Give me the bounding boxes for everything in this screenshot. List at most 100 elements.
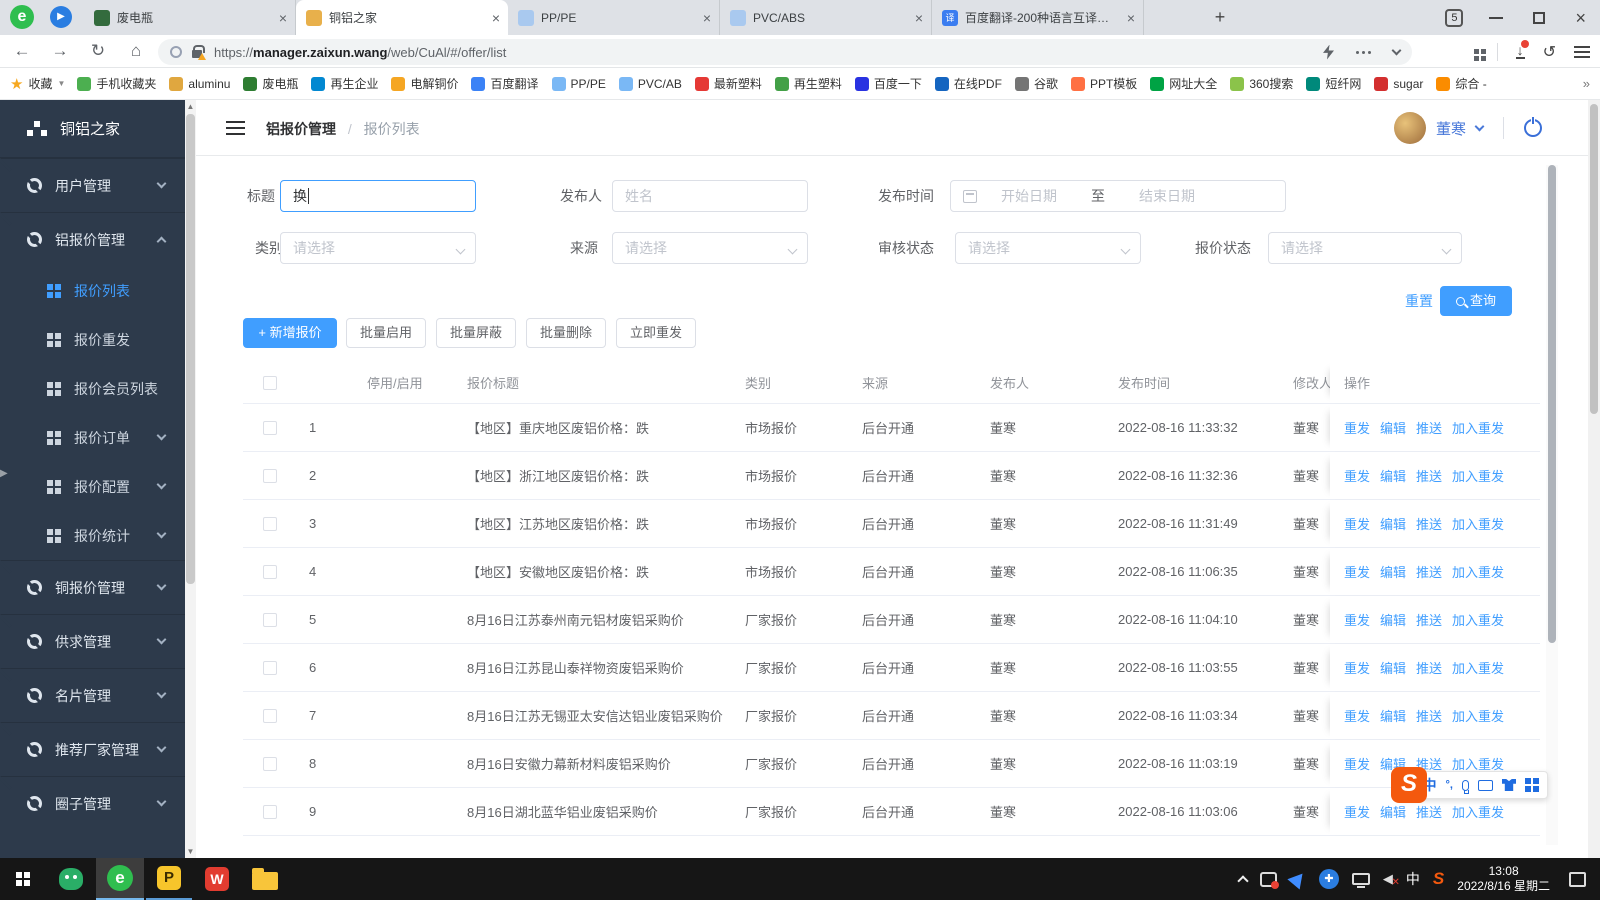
batch-delete-button[interactable]: 批量删除	[526, 318, 606, 348]
taskbar-wechat[interactable]	[48, 858, 94, 900]
chevron-down-icon[interactable]	[1391, 45, 1402, 56]
home-button[interactable]: ⌂	[124, 39, 148, 63]
sidebar-item[interactable]: 供求管理	[0, 614, 185, 668]
forward-button[interactable]: →	[48, 39, 72, 63]
avatar[interactable]	[1393, 112, 1426, 144]
more-dots-icon[interactable]	[1362, 50, 1365, 54]
bookmark-item[interactable]: 再生企业	[311, 75, 378, 92]
browser-tab[interactable]: 铜铝之家 ×	[296, 0, 508, 35]
sidebar-item[interactable]: 推荐厂家管理	[0, 722, 185, 776]
push-link[interactable]: 推送	[1416, 802, 1442, 821]
bookmark-item[interactable]: 最新塑料	[694, 75, 762, 92]
sidebar-item[interactable]: 名片管理	[0, 668, 185, 722]
resend-link[interactable]: 重发	[1344, 514, 1370, 533]
bookmark-item[interactable]: 废电瓶	[243, 75, 298, 92]
title-input[interactable]: 换	[280, 180, 476, 212]
tab-close-icon[interactable]: ×	[915, 10, 923, 26]
sidebar-item[interactable]: 报价配置	[0, 462, 185, 511]
sidebar-item[interactable]: 铝报价管理	[0, 212, 185, 266]
ime-indicator[interactable]: 中	[1406, 869, 1420, 889]
punctuation-icon[interactable]: °,	[1446, 779, 1453, 791]
add-to-resend-link[interactable]: 加入重发	[1452, 466, 1504, 485]
site-info-icon[interactable]	[170, 46, 182, 58]
tray-expand-icon[interactable]	[1237, 875, 1249, 887]
resend-now-button[interactable]: 立即重发	[616, 318, 696, 348]
push-link[interactable]: 推送	[1416, 706, 1442, 725]
bookmark-item[interactable]: 综合 -	[1436, 75, 1487, 92]
row-checkbox[interactable]	[263, 516, 277, 531]
sidebar-item[interactable]: 报价统计	[0, 511, 185, 560]
add-to-resend-link[interactable]: 加入重发	[1452, 562, 1504, 581]
row-checkbox[interactable]	[263, 660, 277, 675]
scroll-down-icon[interactable]: ▼	[185, 847, 196, 856]
bookmark-item[interactable]: 百度一下	[854, 75, 922, 92]
tab-close-icon[interactable]: ×	[703, 10, 711, 26]
start-button[interactable]	[0, 858, 46, 900]
quote-status-select[interactable]: 请选择	[1268, 232, 1462, 264]
taskbar-wps[interactable]: W	[194, 858, 240, 900]
notification-center-icon[interactable]	[1569, 871, 1586, 887]
sidebar-item[interactable]: 报价订单	[0, 413, 185, 462]
sidebar-item[interactable]: 铜铝之家	[0, 100, 185, 158]
category-select[interactable]: 请选择	[280, 232, 476, 264]
bookmark-item[interactable]: 短纤网	[1306, 75, 1361, 92]
push-link[interactable]: 推送	[1416, 466, 1442, 485]
minimize-button[interactable]	[1489, 16, 1504, 19]
row-checkbox[interactable]	[263, 468, 277, 483]
sogou-tray-icon[interactable]: S	[1433, 869, 1444, 889]
user-menu[interactable]: 董寒	[1393, 100, 1542, 156]
add-to-resend-link[interactable]: 加入重发	[1452, 658, 1504, 677]
batch-block-button[interactable]: 批量屏蔽	[436, 318, 516, 348]
add-to-resend-link[interactable]: 加入重发	[1452, 802, 1504, 821]
bookmark-item[interactable]: 谷歌	[1014, 75, 1058, 92]
reload-button[interactable]: ↻	[86, 39, 110, 63]
end-date-placeholder[interactable]: 结束日期	[1139, 181, 1195, 211]
scroll-up-icon[interactable]: ▲	[185, 102, 196, 111]
date-range-input[interactable]: 开始日期 至 结束日期	[950, 180, 1286, 212]
tab-close-icon[interactable]: ×	[492, 10, 500, 26]
lock-icon[interactable]	[192, 44, 206, 60]
sidebar-scrollbar[interactable]: ▲ ▼	[185, 100, 196, 858]
add-quote-button[interactable]: + 新增报价	[243, 318, 337, 348]
send-icon[interactable]: ▶	[50, 6, 72, 28]
bookmark-item[interactable]: 电解铜价	[391, 75, 458, 92]
browser-tab[interactable]: PVC/ABS ×	[720, 0, 932, 35]
tab-count-badge[interactable]: 5	[1445, 8, 1464, 27]
favorites-menu[interactable]: ★ 收藏 ▼	[10, 75, 65, 93]
undo-icon[interactable]: ↺	[1543, 42, 1556, 62]
edit-link[interactable]: 编辑	[1380, 658, 1406, 677]
resend-link[interactable]: 重发	[1344, 562, 1370, 581]
sidebar-item[interactable]: 用户管理	[0, 158, 185, 212]
browser-logo-icon[interactable]: e	[10, 5, 34, 29]
content-scrollbar[interactable]	[1546, 165, 1558, 845]
close-button[interactable]: ×	[1575, 9, 1586, 27]
apps-grid-icon[interactable]	[1473, 49, 1479, 54]
browser-tab[interactable]: 废电瓶 ×	[84, 0, 296, 35]
sidebar-item[interactable]: 报价列表	[0, 266, 185, 315]
push-link[interactable]: 推送	[1416, 658, 1442, 677]
screenshot-tray-icon[interactable]	[1259, 871, 1279, 889]
audit-status-select[interactable]: 请选择	[955, 232, 1141, 264]
taskbar-ppt-app[interactable]: P	[146, 858, 192, 900]
edit-link[interactable]: 编辑	[1380, 706, 1406, 725]
toolbox-grid-icon[interactable]	[1525, 778, 1531, 784]
resend-link[interactable]: 重发	[1344, 706, 1370, 725]
clock[interactable]: 13:08 2022/8/16 星期二	[1457, 864, 1550, 894]
tab-close-icon[interactable]: ×	[1127, 10, 1135, 26]
resend-link[interactable]: 重发	[1344, 418, 1370, 437]
row-checkbox[interactable]	[263, 804, 277, 819]
bookmark-item[interactable]: sugar	[1374, 76, 1423, 91]
bookmark-item[interactable]: 网址大全	[1150, 75, 1217, 92]
bookmark-item[interactable]: 360搜索	[1230, 75, 1293, 92]
bookmark-item[interactable]: 再生塑料	[774, 75, 842, 92]
bookmark-item[interactable]: 手机收藏夹	[77, 75, 156, 92]
add-to-resend-link[interactable]: 加入重发	[1452, 610, 1504, 629]
bookmark-item[interactable]: 百度翻译	[471, 75, 539, 92]
edit-link[interactable]: 编辑	[1380, 610, 1406, 629]
sidebar-item[interactable]: 报价重发	[0, 315, 185, 364]
lightning-icon[interactable]	[1323, 44, 1334, 60]
edit-link[interactable]: 编辑	[1380, 418, 1406, 437]
bookmark-item[interactable]: PVC/AB	[618, 76, 682, 91]
volume-muted-icon[interactable]: ◀ ✕	[1383, 871, 1400, 888]
download-icon[interactable]: ↓	[1515, 40, 1529, 59]
